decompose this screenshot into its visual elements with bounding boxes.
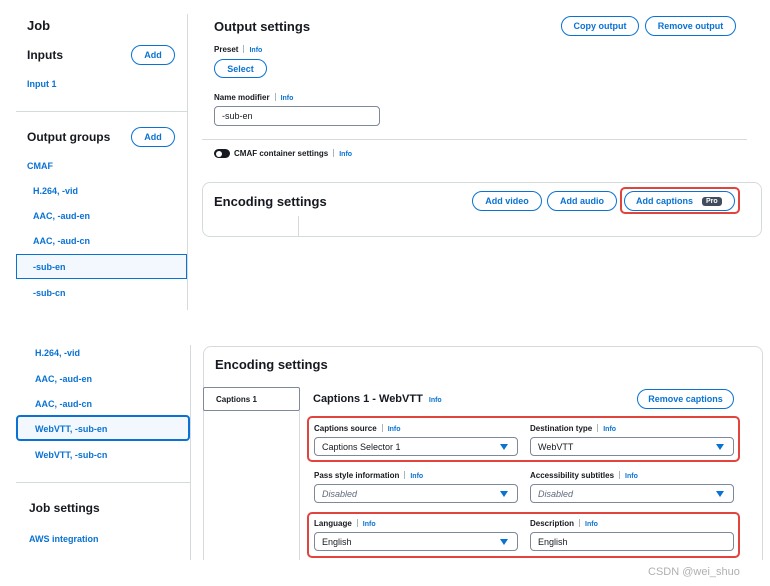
- language-field-label: Language Info: [314, 519, 376, 528]
- remove-captions-button[interactable]: Remove captions: [637, 389, 734, 409]
- chevron-down-icon: [716, 490, 724, 497]
- description-input[interactable]: English: [530, 532, 734, 551]
- captions-source-select[interactable]: Captions Selector 1: [314, 437, 518, 456]
- captions-info-link[interactable]: Info: [429, 397, 442, 404]
- cmaf-field-label: CMAF container settings Info: [234, 149, 352, 158]
- preset-field-label: Preset Info: [214, 45, 262, 54]
- language-label: Language: [314, 519, 352, 528]
- captions-source-field-label: Captions source Info: [314, 424, 401, 433]
- language-value: English: [322, 536, 352, 547]
- chevron-down-icon: [500, 490, 508, 497]
- tab-captions-1[interactable]: Captions 1: [203, 387, 300, 411]
- output-item-aac-en[interactable]: AAC, -aud-en: [35, 374, 92, 384]
- output-item-webvtt-sub-cn[interactable]: WebVTT, -sub-cn: [35, 450, 107, 460]
- encoding-settings-title: Encoding settings: [214, 194, 327, 209]
- inputs-title: Inputs: [27, 48, 63, 62]
- chevron-down-icon: [500, 538, 508, 545]
- output-item-sub-cn[interactable]: -sub-cn: [33, 288, 66, 298]
- add-video-button[interactable]: Add video: [472, 191, 542, 211]
- encoding-settings-title: Encoding settings: [215, 357, 328, 372]
- sidebar-separator: [16, 111, 187, 112]
- captions-title: Captions 1 - WebVTT: [313, 393, 423, 405]
- destination-type-select[interactable]: WebVTT: [530, 437, 734, 456]
- output-item-h264[interactable]: H.264, -vid: [33, 186, 78, 196]
- pass-style-select[interactable]: Disabled: [314, 484, 518, 503]
- output-item-webvtt-sub-en-selected[interactable]: WebVTT, -sub-en: [16, 415, 190, 441]
- output-groups-title: Output groups: [27, 130, 111, 144]
- captions-source-value: Captions Selector 1: [322, 441, 401, 452]
- sidebar-divider: [187, 14, 188, 310]
- chevron-down-icon: [716, 443, 724, 450]
- name-modifier-field-label: Name modifier Info: [214, 93, 293, 102]
- pass-style-label: Pass style information: [314, 471, 400, 480]
- input-1-link[interactable]: Input 1: [27, 79, 57, 89]
- copy-output-button[interactable]: Copy output: [561, 16, 639, 36]
- remove-output-button[interactable]: Remove output: [645, 16, 736, 36]
- output-group-cmaf[interactable]: CMAF: [27, 161, 53, 171]
- language-info-link[interactable]: Info: [363, 521, 376, 528]
- add-input-button[interactable]: Add: [131, 45, 175, 65]
- output-item-sub-en-label: -sub-en: [33, 262, 66, 272]
- output-item-sub-en-selected[interactable]: -sub-en: [16, 254, 187, 279]
- output-item-aac-cn[interactable]: AAC, -aud-cn: [35, 399, 92, 409]
- accessibility-label: Accessibility subtitles: [530, 471, 615, 480]
- job-title: Job: [27, 18, 51, 33]
- cmaf-toggle[interactable]: [214, 149, 230, 158]
- destination-type-label: Destination type: [530, 424, 593, 433]
- pass-style-field-label: Pass style information Info: [314, 471, 423, 480]
- destination-type-info-link[interactable]: Info: [603, 426, 616, 433]
- pass-style-info-link[interactable]: Info: [410, 473, 423, 480]
- cmaf-toggle-knob: [215, 150, 222, 157]
- aws-integration-link[interactable]: AWS integration: [29, 534, 99, 544]
- name-modifier-input[interactable]: -sub-en: [214, 106, 380, 126]
- description-field-label: Description Info: [530, 519, 598, 528]
- accessibility-info-link[interactable]: Info: [625, 473, 638, 480]
- sidebar-separator: [16, 482, 190, 483]
- name-modifier-info-link[interactable]: Info: [281, 95, 294, 102]
- output-item-aac-en[interactable]: AAC, -aud-en: [33, 211, 90, 221]
- chevron-down-icon: [500, 443, 508, 450]
- tab-captions-1-label: Captions 1: [216, 395, 257, 404]
- captions-source-label: Captions source: [314, 424, 377, 433]
- captions-header: Captions 1 - WebVTT Info: [313, 393, 442, 405]
- add-output-group-button[interactable]: Add: [131, 127, 175, 147]
- watermark: CSDN @wei_shuo: [648, 566, 740, 578]
- description-label: Description: [530, 519, 575, 528]
- captions-source-info-link[interactable]: Info: [388, 426, 401, 433]
- destination-type-field-label: Destination type Info: [530, 424, 616, 433]
- tab-column-divider: [299, 411, 300, 560]
- encoding-tab-divider: [298, 216, 299, 236]
- preset-label: Preset: [214, 45, 239, 54]
- name-modifier-label: Name modifier: [214, 93, 270, 102]
- preset-info-link[interactable]: Info: [249, 47, 262, 54]
- pro-badge: Pro: [702, 196, 722, 206]
- sidebar-divider: [190, 345, 191, 560]
- pass-style-value: Disabled: [322, 488, 358, 499]
- add-captions-button[interactable]: Add captions Pro: [624, 191, 735, 211]
- description-info-link[interactable]: Info: [585, 521, 598, 528]
- add-captions-label: Add captions: [636, 196, 694, 206]
- output-settings-title: Output settings: [214, 19, 311, 34]
- output-settings-divider: [202, 139, 747, 140]
- cmaf-info-link[interactable]: Info: [339, 151, 352, 158]
- add-audio-button[interactable]: Add audio: [547, 191, 617, 211]
- accessibility-value: Disabled: [538, 488, 574, 499]
- language-select[interactable]: English: [314, 532, 518, 551]
- output-item-aac-cn[interactable]: AAC, -aud-cn: [33, 236, 90, 246]
- job-settings-title: Job settings: [29, 501, 100, 515]
- output-item-h264[interactable]: H.264, -vid: [35, 348, 80, 358]
- destination-type-value: WebVTT: [538, 441, 574, 452]
- preset-select-button[interactable]: Select: [214, 59, 267, 78]
- accessibility-select[interactable]: Disabled: [530, 484, 734, 503]
- accessibility-field-label: Accessibility subtitles Info: [530, 471, 638, 480]
- cmaf-label: CMAF container settings: [234, 149, 329, 158]
- output-item-webvtt-sub-en-label: WebVTT, -sub-en: [35, 424, 108, 434]
